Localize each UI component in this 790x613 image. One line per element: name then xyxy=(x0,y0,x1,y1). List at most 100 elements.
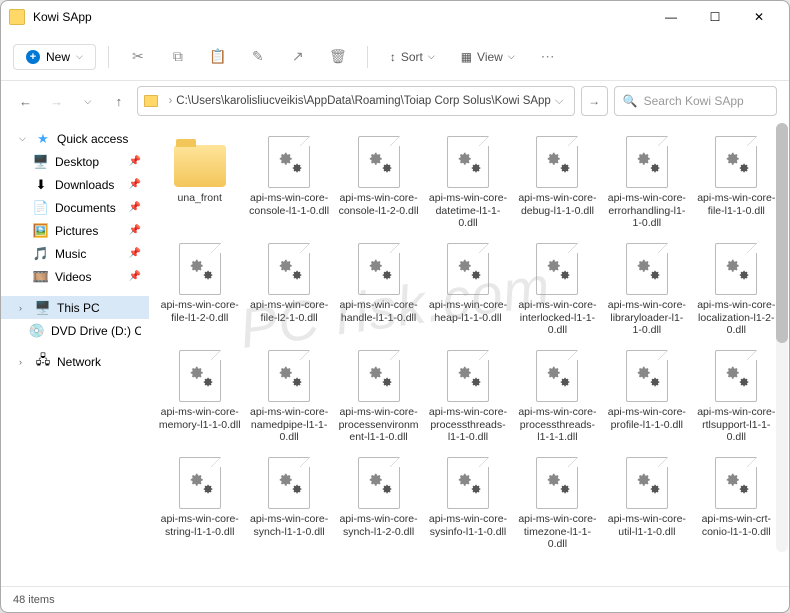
file-item[interactable]: api-ms-win-core-profile-l1-1-0.dll xyxy=(602,345,691,450)
forward-button[interactable]: → xyxy=(44,87,69,115)
minimize-button[interactable]: — xyxy=(649,2,693,32)
sidebar-network[interactable]: ›🖧Network xyxy=(1,350,149,373)
titlebar: Kowi SApp — ☐ ✕ xyxy=(1,1,789,33)
share-button[interactable]: ↗ xyxy=(281,40,315,74)
file-item[interactable]: api-ms-win-core-handle-l1-1-0.dll xyxy=(334,238,423,343)
item-count: 48 items xyxy=(13,594,55,606)
file-item[interactable]: api-ms-win-core-string-l1-1-0.dll xyxy=(155,452,244,557)
navbar: ← → ⌵ ↑ › C:\Users\karolisliucveikis\App… xyxy=(1,81,789,121)
dll-icon xyxy=(715,350,757,402)
back-button[interactable]: ← xyxy=(13,87,38,115)
file-label: api-ms-win-core-heap-l1-1-0.dll xyxy=(427,299,509,339)
dll-icon xyxy=(447,350,489,402)
more-button[interactable]: ⋯ xyxy=(531,40,565,74)
dll-icon xyxy=(626,457,668,509)
file-item[interactable]: api-ms-win-core-file-l1-2-0.dll xyxy=(155,238,244,343)
scrollbar-thumb[interactable] xyxy=(776,123,788,343)
dll-icon xyxy=(358,243,400,295)
file-label: api-ms-win-core-memory-l1-1-0.dll xyxy=(159,406,241,446)
file-item[interactable]: api-ms-win-core-sysinfo-l1-1-0.dll xyxy=(423,452,512,557)
file-item[interactable]: api-ms-win-core-memory-l1-1-0.dll xyxy=(155,345,244,450)
copy-button[interactable]: ⧉ xyxy=(161,40,195,74)
file-item[interactable]: api-ms-win-core-namedpipe-l1-1-0.dll xyxy=(244,345,333,450)
file-item[interactable]: api-ms-win-core-synch-l1-2-0.dll xyxy=(334,452,423,557)
sidebar-item-desktop[interactable]: 🖥️Desktop📌 xyxy=(1,150,149,173)
file-item[interactable]: api-ms-win-core-file-l1-1-0.dll xyxy=(692,131,781,236)
up-button[interactable]: ↑ xyxy=(106,87,131,115)
dll-icon xyxy=(715,457,757,509)
cut-button[interactable]: ✂ xyxy=(121,40,155,74)
file-label: api-ms-win-core-processenvironment-l1-1-… xyxy=(338,406,420,446)
file-item[interactable]: api-ms-win-core-localization-l1-2-0.dll xyxy=(692,238,781,343)
file-label: api-ms-win-core-namedpipe-l1-1-0.dll xyxy=(248,406,330,446)
new-button[interactable]: + New ⌵ xyxy=(13,44,96,70)
sidebar-item-downloads[interactable]: ⬇Downloads📌 xyxy=(1,173,149,196)
sidebar-item-pictures[interactable]: 🖼️Pictures📌 xyxy=(1,219,149,242)
file-label: api-ms-win-core-interlocked-l1-1-0.dll xyxy=(516,299,598,339)
close-button[interactable]: ✕ xyxy=(737,2,781,32)
plus-icon: + xyxy=(26,50,40,64)
sidebar-item-music[interactable]: 🎵Music📌 xyxy=(1,242,149,265)
search-icon: 🔍 xyxy=(623,94,638,108)
refresh-button[interactable]: → xyxy=(581,86,608,116)
sort-button[interactable]: ↕ Sort ⌵ xyxy=(380,45,445,69)
recent-dropdown[interactable]: ⌵ xyxy=(75,87,100,115)
dll-icon xyxy=(268,243,310,295)
file-label: api-ms-win-core-libraryloader-l1-1-0.dll xyxy=(606,299,688,339)
file-label: api-ms-win-core-errorhandling-l1-1-0.dll xyxy=(606,192,688,232)
file-item[interactable]: api-ms-win-core-errorhandling-l1-1-0.dll xyxy=(602,131,691,236)
file-item[interactable]: api-ms-win-core-interlocked-l1-1-0.dll xyxy=(513,238,602,343)
dll-icon xyxy=(268,136,310,188)
dll-icon xyxy=(179,457,221,509)
file-item[interactable]: api-ms-win-core-processthreads-l1-1-1.dl… xyxy=(513,345,602,450)
file-label: api-ms-win-core-synch-l1-1-0.dll xyxy=(248,513,330,553)
dll-icon xyxy=(268,350,310,402)
folder-item[interactable]: una_front xyxy=(155,131,244,236)
dll-icon xyxy=(626,243,668,295)
file-label: api-ms-win-core-profile-l1-1-0.dll xyxy=(606,406,688,446)
file-item[interactable]: api-ms-win-core-libraryloader-l1-1-0.dll xyxy=(602,238,691,343)
file-label: api-ms-win-core-file-l1-1-0.dll xyxy=(695,192,777,232)
file-item[interactable]: api-ms-win-core-synch-l1-1-0.dll xyxy=(244,452,333,557)
file-item[interactable]: api-ms-win-core-heap-l1-1-0.dll xyxy=(423,238,512,343)
file-label: api-ms-win-core-processthreads-l1-1-1.dl… xyxy=(516,406,598,446)
file-item[interactable]: api-ms-win-core-processenvironment-l1-1-… xyxy=(334,345,423,450)
search-input[interactable]: 🔍 Search Kowi SApp xyxy=(614,86,777,116)
sidebar-item-documents[interactable]: 📄Documents📌 xyxy=(1,196,149,219)
file-item[interactable]: api-ms-win-core-file-l2-1-0.dll xyxy=(244,238,333,343)
sidebar: ⌵★Quick access 🖥️Desktop📌⬇Downloads📌📄Doc… xyxy=(1,121,149,586)
folder-icon xyxy=(144,95,158,107)
file-label: api-ms-win-core-timezone-l1-1-0.dll xyxy=(516,513,598,553)
sidebar-item-videos[interactable]: 🎞️Videos📌 xyxy=(1,265,149,288)
sidebar-thispc[interactable]: ›🖥️This PC xyxy=(1,296,149,319)
maximize-button[interactable]: ☐ xyxy=(693,2,737,32)
sidebar-quickaccess[interactable]: ⌵★Quick access xyxy=(1,127,149,150)
file-item[interactable]: api-ms-win-core-console-l1-2-0.dll xyxy=(334,131,423,236)
sidebar-dvd[interactable]: 💿DVD Drive (D:) CCCC xyxy=(1,319,149,342)
file-item[interactable]: api-ms-win-core-datetime-l1-1-0.dll xyxy=(423,131,512,236)
dll-icon xyxy=(447,136,489,188)
file-item[interactable]: api-ms-win-crt-conio-l1-1-0.dll xyxy=(692,452,781,557)
file-item[interactable]: api-ms-win-core-rtlsupport-l1-1-0.dll xyxy=(692,345,781,450)
delete-button[interactable]: 🗑 xyxy=(321,40,355,74)
file-pane[interactable]: una_frontapi-ms-win-core-console-l1-1-0.… xyxy=(149,121,789,586)
file-label: api-ms-win-core-handle-l1-1-0.dll xyxy=(338,299,420,339)
dll-icon xyxy=(358,457,400,509)
rename-button[interactable]: ✎ xyxy=(241,40,275,74)
view-button[interactable]: ▦ View ⌵ xyxy=(451,45,525,69)
dll-icon xyxy=(179,243,221,295)
paste-button[interactable]: 📋 xyxy=(201,40,235,74)
file-label: api-ms-win-core-rtlsupport-l1-1-0.dll xyxy=(695,406,777,446)
address-bar[interactable]: › C:\Users\karolisliucveikis\AppData\Roa… xyxy=(137,86,574,116)
folder-icon xyxy=(9,9,25,25)
dll-icon xyxy=(358,136,400,188)
file-item[interactable]: api-ms-win-core-timezone-l1-1-0.dll xyxy=(513,452,602,557)
dll-icon xyxy=(179,350,221,402)
file-item[interactable]: api-ms-win-core-debug-l1-1-0.dll xyxy=(513,131,602,236)
file-item[interactable]: api-ms-win-core-processthreads-l1-1-0.dl… xyxy=(423,345,512,450)
dll-icon xyxy=(715,243,757,295)
file-item[interactable]: api-ms-win-core-console-l1-1-0.dll xyxy=(244,131,333,236)
file-item[interactable]: api-ms-win-core-util-l1-1-0.dll xyxy=(602,452,691,557)
window-title: Kowi SApp xyxy=(33,10,649,24)
dll-icon xyxy=(626,136,668,188)
